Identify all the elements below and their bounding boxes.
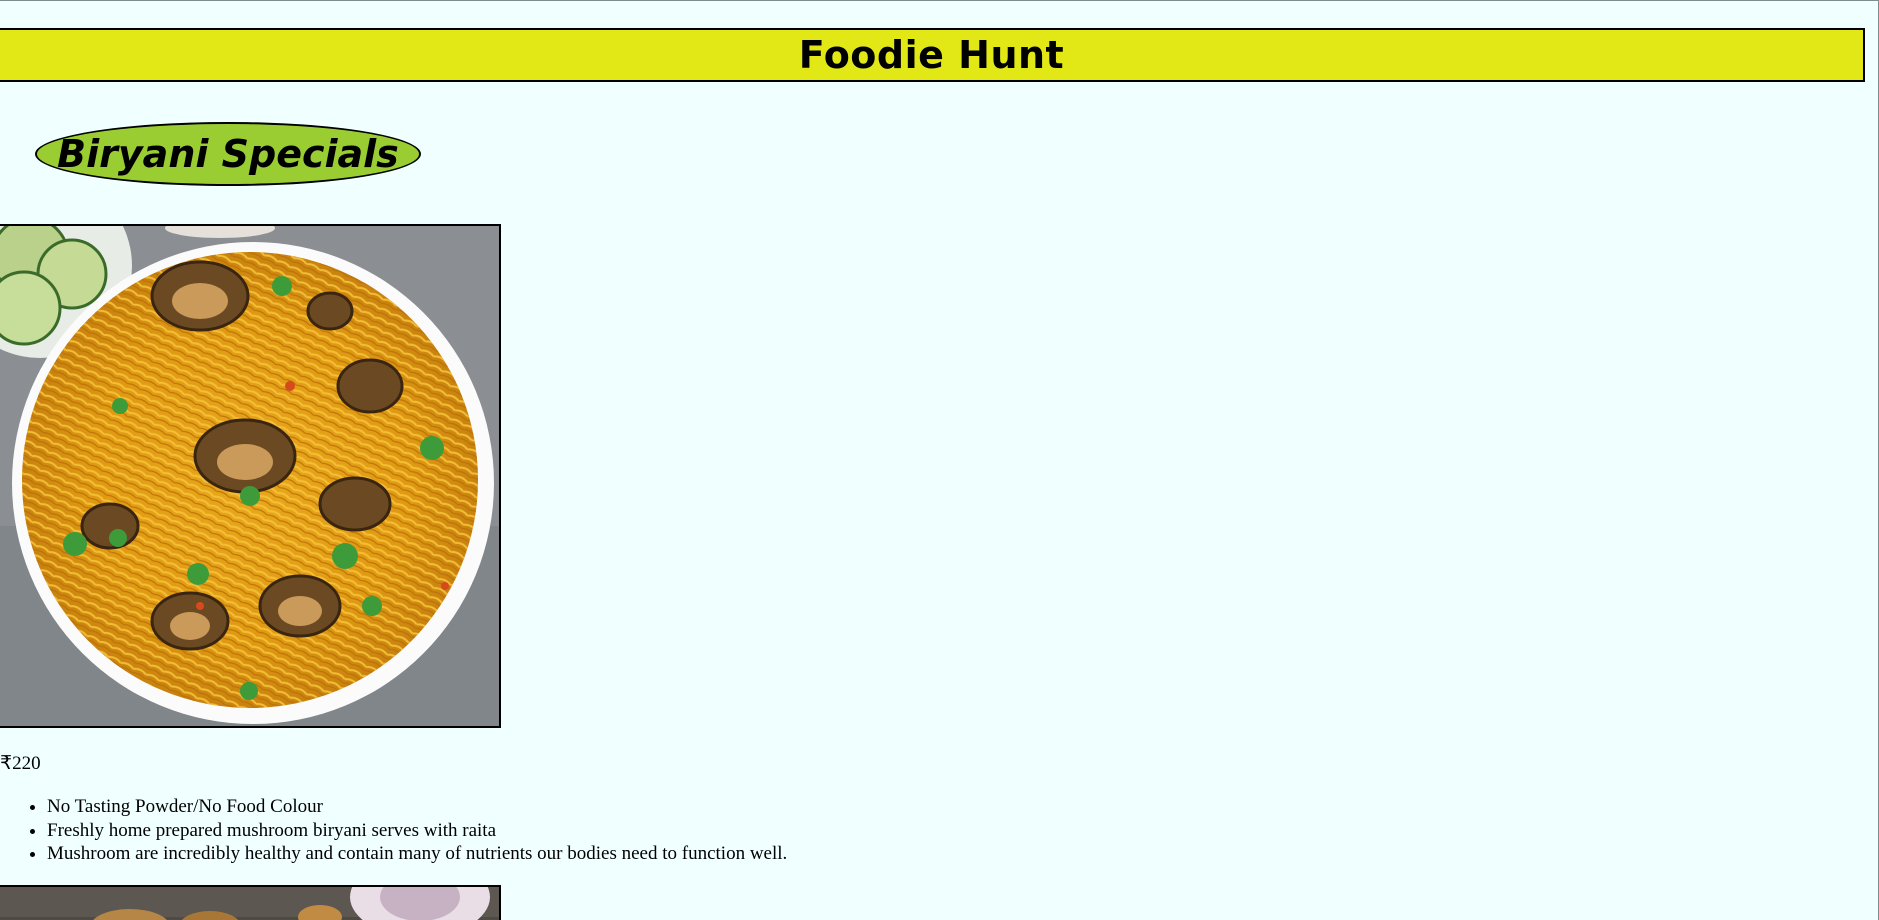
feature-item: Freshly home prepared mushroom biryani s…	[47, 819, 787, 843]
section-title: Biryani Specials	[57, 132, 399, 176]
biryani-photo-partial	[0, 885, 501, 920]
site-title: Foodie Hunt	[798, 33, 1065, 77]
item-price: ₹220	[0, 753, 41, 774]
feature-item: No Tasting Powder/No Food Colour	[47, 795, 787, 819]
biryani-illustration	[0, 226, 499, 726]
page: Foodie Hunt Biryani Specials ₹220 • No T…	[0, 0, 1879, 920]
feature-item: Mushroom are incredibly healthy and cont…	[47, 842, 787, 866]
mushroom-biryani-photo	[0, 224, 501, 728]
site-header: Foodie Hunt	[0, 28, 1865, 82]
window-top-border	[0, 0, 1879, 1]
section-heading: Biryani Specials	[35, 122, 421, 186]
biryani-illustration-2	[0, 887, 499, 920]
item-features-list: No Tasting Powder/No Food Colour Freshly…	[0, 795, 787, 866]
